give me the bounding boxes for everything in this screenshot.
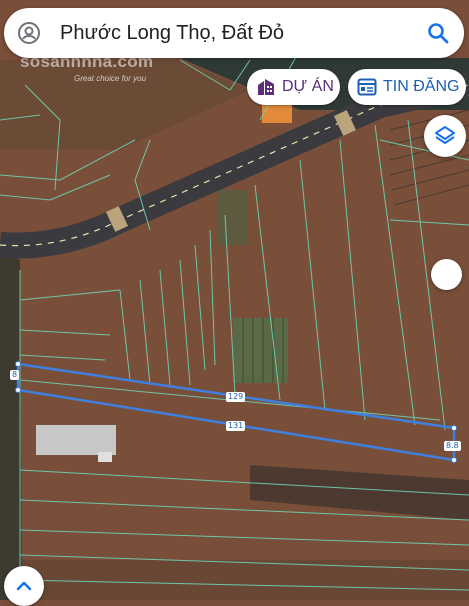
plot-length-top-label: 129 <box>226 392 246 402</box>
plot-width-right-label: 8.8 <box>444 441 461 451</box>
tin-dang-label: TIN ĐĂNG <box>383 78 460 95</box>
plot-width-left-label: 8 <box>10 370 20 380</box>
account-icon[interactable] <box>16 20 42 46</box>
layers-button[interactable] <box>424 115 466 157</box>
layers-icon <box>433 124 457 148</box>
map-handle-dot[interactable] <box>431 259 462 290</box>
search-bar[interactable]: Phước Long Thọ, Đất Đỏ <box>4 8 464 58</box>
chevron-up-icon <box>14 579 34 593</box>
du-an-label: DỰ ÁN <box>282 78 334 95</box>
search-query[interactable]: Phước Long Thọ, Đất Đỏ <box>60 22 426 45</box>
listing-icon <box>357 78 377 96</box>
du-an-chip[interactable]: DỰ ÁN <box>247 69 340 105</box>
brand-tagline: Great choice for you <box>74 74 147 83</box>
expand-panel-button[interactable] <box>4 566 44 606</box>
plot-length-bottom-label: 131 <box>226 421 246 431</box>
search-icon[interactable] <box>426 21 450 45</box>
tin-dang-chip[interactable]: TIN ĐĂNG <box>348 69 466 105</box>
building-icon <box>256 78 276 96</box>
